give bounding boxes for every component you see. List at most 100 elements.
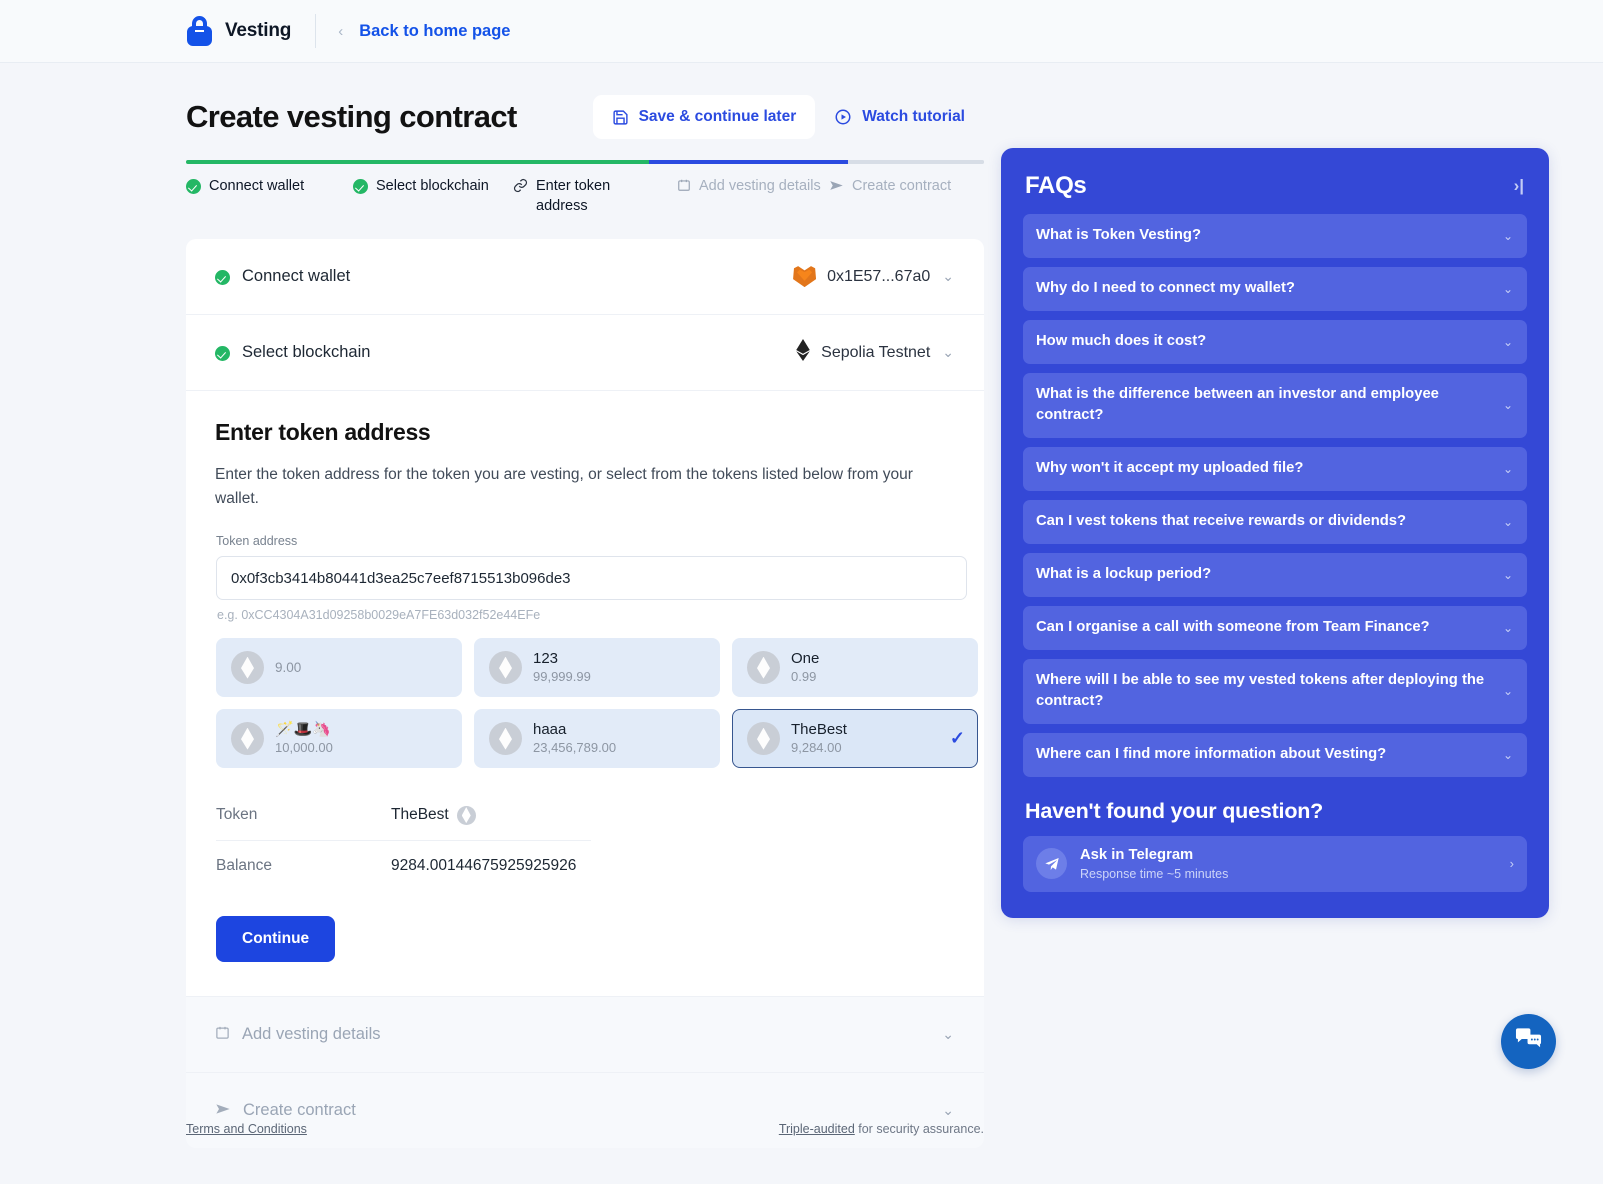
faq-item[interactable]: What is the difference between an invest… xyxy=(1023,373,1527,438)
collapse-panel-icon[interactable]: ›| xyxy=(1514,176,1527,196)
token-address-field-label: Token address xyxy=(216,534,955,548)
token-card-selected[interactable]: TheBest 9,284.00 ✓ xyxy=(732,709,978,768)
progress-segment-current xyxy=(649,160,849,164)
panel-heading: Enter token address xyxy=(215,419,955,446)
check-circle-icon xyxy=(186,179,201,194)
accordion-connect-wallet[interactable]: Connect wallet 0x1E57...67a0 ⌄ xyxy=(186,239,984,315)
faq-item[interactable]: What is Token Vesting? ⌄ xyxy=(1023,214,1527,258)
progress-segment-done xyxy=(186,160,649,164)
faq-item[interactable]: Where will I be able to see my vested to… xyxy=(1023,659,1527,724)
watch-tutorial-label: Watch tutorial xyxy=(862,108,965,126)
step-enter-token-address[interactable]: Enter token address xyxy=(513,177,677,216)
footer: Terms and Conditions Triple-audited for … xyxy=(186,1122,984,1136)
check-circle-icon xyxy=(353,179,368,194)
check-circle-icon xyxy=(215,270,230,285)
send-icon xyxy=(829,178,844,197)
telegram-subtitle: Response time ~5 minutes xyxy=(1080,867,1228,881)
faq-not-found-title: Haven't found your question? xyxy=(1025,799,1527,824)
token-card[interactable]: 🪄🎩🦄 10,000.00 xyxy=(216,709,462,768)
token-card[interactable]: One 0.99 xyxy=(732,638,978,697)
summary-row-balance: Balance 9284.00144675925925926 xyxy=(216,840,591,890)
summary-value: TheBest xyxy=(391,806,449,824)
faq-question: Can I vest tokens that receive rewards o… xyxy=(1036,511,1493,532)
chevron-down-icon[interactable]: ⌄ xyxy=(942,1102,954,1119)
accordion-create-contract[interactable]: Create contract ⌄ xyxy=(186,1073,984,1148)
terms-and-conditions-link[interactable]: Terms and Conditions xyxy=(186,1122,307,1136)
accordion-add-vesting-details[interactable]: Add vesting details ⌄ xyxy=(186,997,984,1073)
token-card[interactable]: 123 99,999.99 xyxy=(474,638,720,697)
wallet-address-value: 0x1E57...67a0 xyxy=(827,268,930,286)
token-name: 🪄🎩🦄 xyxy=(275,721,333,740)
token-avatar-icon xyxy=(489,651,522,684)
save-button-label: Save & continue later xyxy=(639,108,797,126)
enter-token-address-panel: Enter token address Enter the token addr… xyxy=(186,391,984,997)
telegram-icon xyxy=(1036,848,1067,879)
token-address-input[interactable] xyxy=(216,556,967,600)
ask-in-telegram-link[interactable]: Ask in Telegram Response time ~5 minutes… xyxy=(1023,836,1527,892)
chevron-right-icon: › xyxy=(1510,856,1514,871)
token-address-hint: e.g. 0xCC4304A31d09258b0029eA7FE63d032f5… xyxy=(217,608,955,622)
faq-item[interactable]: Can I vest tokens that receive rewards o… xyxy=(1023,500,1527,544)
faq-question: Can I organise a call with someone from … xyxy=(1036,617,1493,638)
chevron-down-icon: ⌄ xyxy=(1503,335,1513,349)
continue-button[interactable]: Continue xyxy=(216,916,335,962)
chevron-down-icon: ⌄ xyxy=(1503,684,1513,698)
chat-support-button[interactable] xyxy=(1501,1014,1556,1069)
link-icon xyxy=(513,178,528,197)
save-and-continue-later-button[interactable]: Save & continue later xyxy=(593,95,816,139)
token-card[interactable]: haaa 23,456,789.00 xyxy=(474,709,720,768)
chevron-down-icon: ⌄ xyxy=(1503,282,1513,296)
lock-icon xyxy=(186,16,213,46)
token-amount: 9.00 xyxy=(275,660,301,675)
vertical-divider xyxy=(315,14,316,48)
back-to-home-link[interactable]: ‹ Back to home page xyxy=(338,22,510,41)
chevron-down-icon[interactable]: ⌄ xyxy=(942,344,954,361)
faq-item[interactable]: Can I organise a call with someone from … xyxy=(1023,606,1527,650)
token-card[interactable]: 9.00 xyxy=(216,638,462,697)
faq-question: What is Token Vesting? xyxy=(1036,225,1493,246)
accordion-label: Select blockchain xyxy=(242,343,370,362)
token-amount: 0.99 xyxy=(791,669,819,686)
chevron-down-icon[interactable]: ⌄ xyxy=(942,268,954,285)
token-avatar-icon xyxy=(231,722,264,755)
step-create-contract[interactable]: Create contract xyxy=(829,177,951,197)
summary-value: 9284.00144675925925926 xyxy=(391,857,576,875)
token-avatar-icon xyxy=(489,722,522,755)
accordion-select-blockchain[interactable]: Select blockchain Sepolia Testnet ⌄ xyxy=(186,315,984,391)
step-connect-wallet[interactable]: Connect wallet xyxy=(186,177,353,197)
save-disk-icon xyxy=(612,109,629,126)
faq-question: Why do I need to connect my wallet? xyxy=(1036,278,1493,299)
faq-title: FAQs xyxy=(1023,172,1514,200)
chat-bubbles-icon xyxy=(1515,1027,1542,1056)
faq-item[interactable]: Where can I find more information about … xyxy=(1023,733,1527,777)
chevron-down-icon[interactable]: ⌄ xyxy=(942,1026,954,1043)
page-title: Create vesting contract xyxy=(186,99,593,135)
token-name: haaa xyxy=(533,721,616,740)
chevron-down-icon: ⌄ xyxy=(1503,398,1513,412)
summary-key: Balance xyxy=(216,857,391,875)
page-header: Create vesting contract Save & continue … xyxy=(186,90,984,144)
triple-audited-link[interactable]: Triple-audited xyxy=(779,1122,855,1136)
step-add-vesting-details[interactable]: Add vesting details xyxy=(677,177,829,197)
brand-name: Vesting xyxy=(225,20,291,42)
summary-key: Token xyxy=(216,806,391,824)
token-avatar-icon xyxy=(747,651,780,684)
faq-item[interactable]: Why do I need to connect my wallet? ⌄ xyxy=(1023,267,1527,311)
watch-tutorial-button[interactable]: Watch tutorial xyxy=(815,95,984,139)
step-select-blockchain[interactable]: Select blockchain xyxy=(353,177,513,197)
faq-item[interactable]: How much does it cost? ⌄ xyxy=(1023,320,1527,364)
play-circle-icon xyxy=(834,108,852,126)
check-circle-icon xyxy=(215,346,230,361)
token-avatar-icon xyxy=(231,651,264,684)
step-label: Add vesting details xyxy=(699,177,821,197)
back-link-label: Back to home page xyxy=(359,22,510,41)
blockchain-value: Sepolia Testnet xyxy=(821,344,930,362)
main-content-column: Create vesting contract Save & continue … xyxy=(186,63,984,1148)
step-label: Select blockchain xyxy=(376,177,489,197)
brand-logo[interactable]: Vesting xyxy=(186,16,291,46)
metamask-fox-icon xyxy=(793,266,816,287)
token-amount: 10,000.00 xyxy=(275,740,333,757)
faq-item[interactable]: What is a lockup period? ⌄ xyxy=(1023,553,1527,597)
token-name: One xyxy=(791,650,819,669)
faq-item[interactable]: Why won't it accept my uploaded file? ⌄ xyxy=(1023,447,1527,491)
